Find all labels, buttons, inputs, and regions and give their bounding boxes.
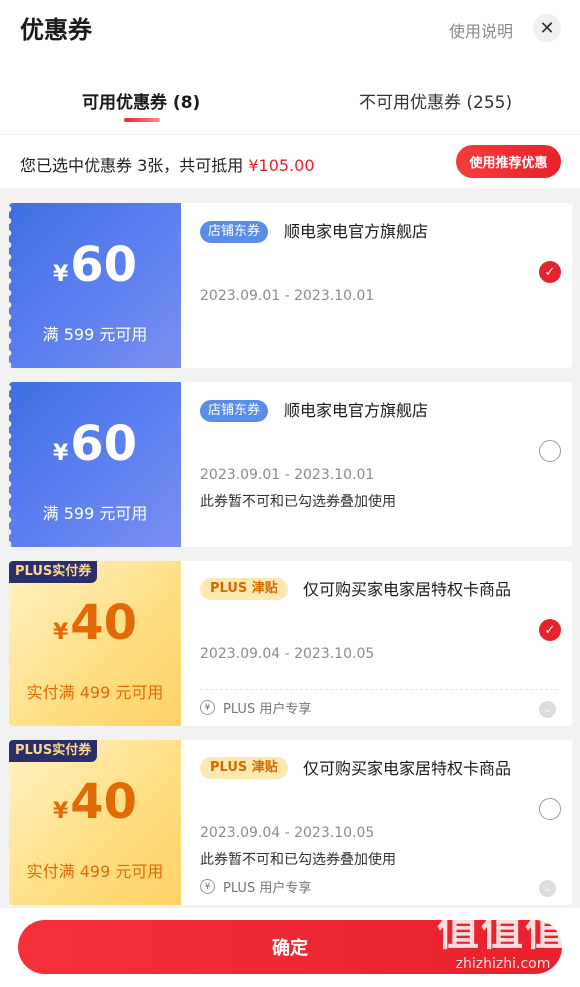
currency-symbol: ¥ [52,799,69,824]
coupon-validity: 2023.09.04 - 2023.10.05 [200,646,375,662]
coupon-type-tag: 店铺东券 [200,221,269,243]
tab-unavailable[interactable]: 不可用优惠券 (255) [359,88,512,113]
check-icon: ✓ [544,264,556,280]
close-icon: ✕ [539,17,555,39]
coupon-card[interactable]: PLUS实付券 ¥40 实付满 499 元可用 PLUS 津贴 仅可购买家电家居… [9,561,572,726]
coupon-amount: ¥40 [9,595,181,661]
coupon-condition: 实付满 499 元可用 [26,862,164,881]
watermark-logo: 值值值 [436,906,569,955]
close-button[interactable]: ✕ [533,14,561,42]
active-tab-indicator [124,118,160,122]
coupon-condition: 满 599 元可用 [42,325,148,344]
coupon-card[interactable]: ¥60 满 599 元可用 店铺东券 顺电家电官方旗舰店 2023.09.01 … [9,382,572,547]
check-icon: ✓ [544,622,556,638]
coupon-type-tag: 店铺东券 [200,400,269,422]
coupon-amount: ¥60 [9,237,181,303]
summary-text: 您已选中优惠券 3张，共可抵用 ¥105.00 [20,152,315,176]
coupon-value-panel: PLUS实付券 ¥40 实付满 499 元可用 [9,740,181,905]
plus-coupon-badge: PLUS实付券 [9,561,98,583]
yen-icon: ¥ [200,700,215,715]
coupon-checkbox-checked[interactable]: ✓ [539,261,561,283]
currency-symbol: ¥ [52,620,69,645]
header: 优惠券 使用说明 ✕ 可用优惠券 (8) 不可用优惠券 (255) [0,0,580,134]
coupon-validity: 2023.09.04 - 2023.10.05 [200,825,375,841]
divider [200,689,558,690]
coupon-checkbox-unchecked[interactable] [539,798,561,820]
coupon-validity: 2023.09.01 - 2023.10.01 [200,288,375,304]
coupon-note: 此券暂不可和已勾选券叠加使用 [200,852,396,868]
summary-label: 您已选中优惠券 3张，共可抵用 [20,156,244,175]
plus-exclusive-text: PLUS 用户专享 [223,702,312,717]
plus-exclusive-label: ¥ PLUS 用户专享 [200,877,311,896]
tab-available[interactable]: 可用优惠券 (8) [82,88,200,113]
plus-coupon-badge: PLUS实付券 [9,740,98,762]
coupon-type-tag: PLUS 津贴 [200,757,288,779]
coupon-scope: 仅可购买家电家居特权卡商品 [303,759,512,778]
page-title: 优惠券 [20,16,92,44]
currency-symbol: ¥ [52,441,69,466]
summary-amount: ¥105.00 [248,156,315,175]
usage-instructions-link[interactable]: 使用说明 [449,18,513,42]
coupon-note: 此券暂不可和已勾选券叠加使用 [200,494,396,510]
coupon-amount-value: 60 [70,416,138,472]
chevron-down-icon[interactable]: ⌄ [539,701,556,718]
coupon-amount: ¥40 [9,774,181,840]
watermark: 值值值 zhizhizhi.com [428,906,578,986]
use-recommended-button[interactable]: 使用推荐优惠 [456,145,561,178]
watermark-url: zhizhizhi.com [455,956,551,972]
coupon-checkbox-checked[interactable]: ✓ [539,619,561,641]
coupon-type-tag: PLUS 津贴 [200,578,288,600]
coupon-validity: 2023.09.01 - 2023.10.01 [200,467,375,483]
coupon-value-panel: ¥60 满 599 元可用 [9,382,181,547]
chevron-down-icon[interactable]: ⌄ [539,880,556,897]
coupon-checkbox-unchecked[interactable] [539,440,561,462]
coupon-card[interactable]: PLUS实付券 ¥40 实付满 499 元可用 PLUS 津贴 仅可购买家电家居… [9,740,572,905]
coupon-amount-value: 60 [70,237,138,293]
currency-symbol: ¥ [52,262,69,287]
coupon-scope: 仅可购买家电家居特权卡商品 [303,580,512,599]
plus-exclusive-text: PLUS 用户专享 [223,881,312,896]
coupon-condition: 满 599 元可用 [42,504,148,523]
coupon-store-name: 顺电家电官方旗舰店 [284,401,429,420]
coupon-amount-value: 40 [70,774,138,830]
coupon-amount-value: 40 [70,595,138,651]
coupon-card[interactable]: ¥60 满 599 元可用 店铺东券 顺电家电官方旗舰店 2023.09.01 … [9,203,572,368]
coupon-store-name: 顺电家电官方旗舰店 [284,222,429,241]
coupon-amount: ¥60 [9,416,181,482]
yen-icon: ¥ [200,879,215,894]
coupon-value-panel: ¥60 满 599 元可用 [9,203,181,368]
plus-exclusive-label: ¥ PLUS 用户专享 [200,698,311,717]
coupon-value-panel: PLUS实付券 ¥40 实付满 499 元可用 [9,561,181,726]
coupon-condition: 实付满 499 元可用 [26,683,164,702]
